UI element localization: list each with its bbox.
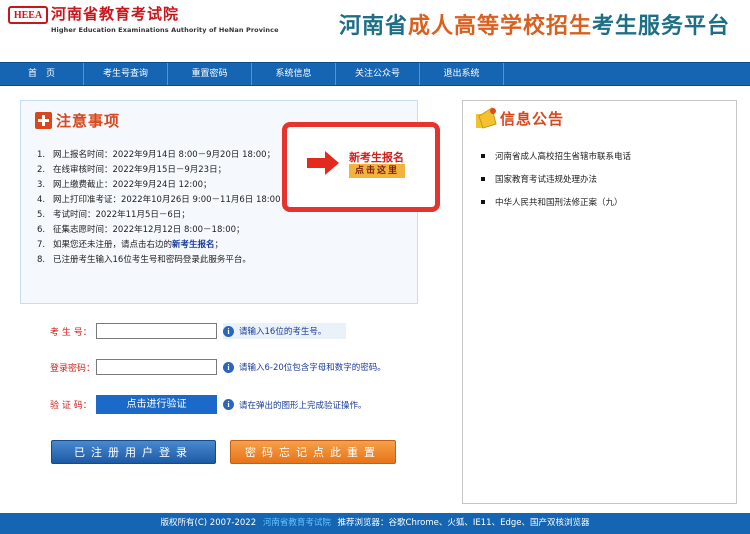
- nav-system-info[interactable]: 系统信息: [252, 63, 336, 85]
- header: HEEA 河南省教育考试院 Higher Education Examinati…: [0, 0, 750, 60]
- platform-title: 河南省成人高等学校招生考生服务平台: [338, 14, 730, 39]
- exam-number-row: 考 生 号： i 请输入16位的考生号。: [50, 323, 347, 339]
- info-title: 信息公告: [500, 109, 565, 128]
- notice-title: 注意事项: [56, 112, 121, 130]
- captcha-hint: i 请在弹出的图形上完成验证操作。: [223, 397, 387, 413]
- captcha-row: 验 证 码： 点击进行验证 i 请在弹出的图形上完成验证操作。: [50, 395, 387, 414]
- page: HEEA 河南省教育考试院 Higher Education Examinati…: [0, 0, 750, 534]
- logo-mark: HEEA: [8, 6, 48, 24]
- info-item-criminal-law-amendment[interactable]: 中华人民共和国刑法修正案（九）: [481, 190, 731, 213]
- info-icon: i: [223, 399, 234, 410]
- info-icon: i: [223, 325, 234, 337]
- notice-item: 8. 已注册考生输入16位考生号和密码登录此服务平台。: [37, 255, 251, 265]
- nav-logout[interactable]: 退出系统: [420, 63, 504, 85]
- info-list: 河南省成人高校招生省辖市联系电话 国家教育考试违规处理办法 中华人民共和国刑法修…: [481, 144, 731, 213]
- password-row: 登录密码： i 请输入6-20位包含字母和数字的密码。: [50, 359, 406, 375]
- speaker-icon: [476, 107, 497, 129]
- info-icon: i: [223, 361, 234, 373]
- browser-recommendation: 推荐浏览器：谷歌Chrome、火狐、IE11、Edge、国产双核浏览器: [337, 518, 590, 528]
- nav-reset-password[interactable]: 重置密码: [168, 63, 252, 85]
- captcha-verify-button[interactable]: 点击进行验证: [96, 395, 217, 414]
- new-student-register-link[interactable]: 新考生报名: [172, 240, 215, 250]
- password-input[interactable]: [96, 359, 217, 375]
- click-here-button[interactable]: 点击这里: [349, 164, 405, 178]
- notice-item: 3. 网上缴费截止：2022年9月24日 12:00；: [37, 180, 212, 190]
- login-button[interactable]: 已注册用户登录: [51, 440, 216, 464]
- exam-number-input[interactable]: [96, 323, 217, 339]
- exam-number-label: 考 生 号：: [50, 327, 92, 338]
- new-student-register-label: 新考生报名: [349, 151, 404, 164]
- captcha-label: 验 证 码：: [50, 401, 92, 411]
- notice-item: 2. 在线审核时间：2022年9月15日－9月23日；: [37, 165, 227, 175]
- info-panel: 信息公告 河南省成人高校招生省辖市联系电话 国家教育考试违规处理办法 中华人民共…: [462, 100, 737, 504]
- notice-item: 1. 网上报名时间：2022年9月14日 8:00－9月20日 18:00；: [37, 150, 276, 160]
- notice-item: 7. 如果您还未注册，请点击右边的新考生报名；: [37, 240, 224, 250]
- password-label: 登录密码：: [50, 363, 96, 374]
- nav-home[interactable]: 首 页: [0, 63, 84, 85]
- new-student-register-callout[interactable]: 新考生报名 点击这里: [282, 122, 440, 212]
- info-item-contact-phones[interactable]: 河南省成人高校招生省辖市联系电话: [481, 144, 731, 167]
- footer: 版权所有(C) 2007-2022 河南省教育考试院 推荐浏览器：谷歌Chrom…: [0, 513, 750, 534]
- logo-chinese-name: 河南省教育考试院: [51, 7, 180, 23]
- main-nav: 首 页 考生号查询 重置密码 系统信息 关注公众号 退出系统: [0, 62, 750, 86]
- nav-follow-account[interactable]: 关注公众号: [336, 63, 420, 85]
- notice-list: 1. 网上报名时间：2022年9月14日 8:00－9月20日 18:00； 2.…: [37, 149, 299, 269]
- nav-exam-number-query[interactable]: 考生号查询: [84, 63, 168, 85]
- logo-english-name: Higher Education Examinations Authority …: [51, 26, 279, 34]
- plus-icon: [35, 112, 52, 129]
- info-item-violation-rules[interactable]: 国家教育考试违规处理办法: [481, 167, 731, 190]
- reset-password-button[interactable]: 密码忘记点此重置: [230, 440, 396, 464]
- logo[interactable]: HEEA 河南省教育考试院 Higher Education Examinati…: [8, 6, 279, 34]
- notice-item: 4. 网上打印准考证：2022年10月26日 9:00－11月6日 18:00；: [37, 195, 289, 205]
- exam-number-hint: i 请输入16位的考生号。: [223, 323, 347, 339]
- notice-item: 6. 征集志愿时间：2022年12月12日 8:00－18:00；: [37, 225, 245, 235]
- arrow-right-icon: [307, 151, 339, 175]
- notice-item: 5. 考试时间：2022年11月5日－6日；: [37, 210, 190, 220]
- footer-org-link[interactable]: 河南省教育考试院: [263, 518, 331, 528]
- copyright-text: 版权所有(C) 2007-2022: [160, 518, 257, 528]
- password-hint: i 请输入6-20位包含字母和数字的密码。: [223, 359, 406, 375]
